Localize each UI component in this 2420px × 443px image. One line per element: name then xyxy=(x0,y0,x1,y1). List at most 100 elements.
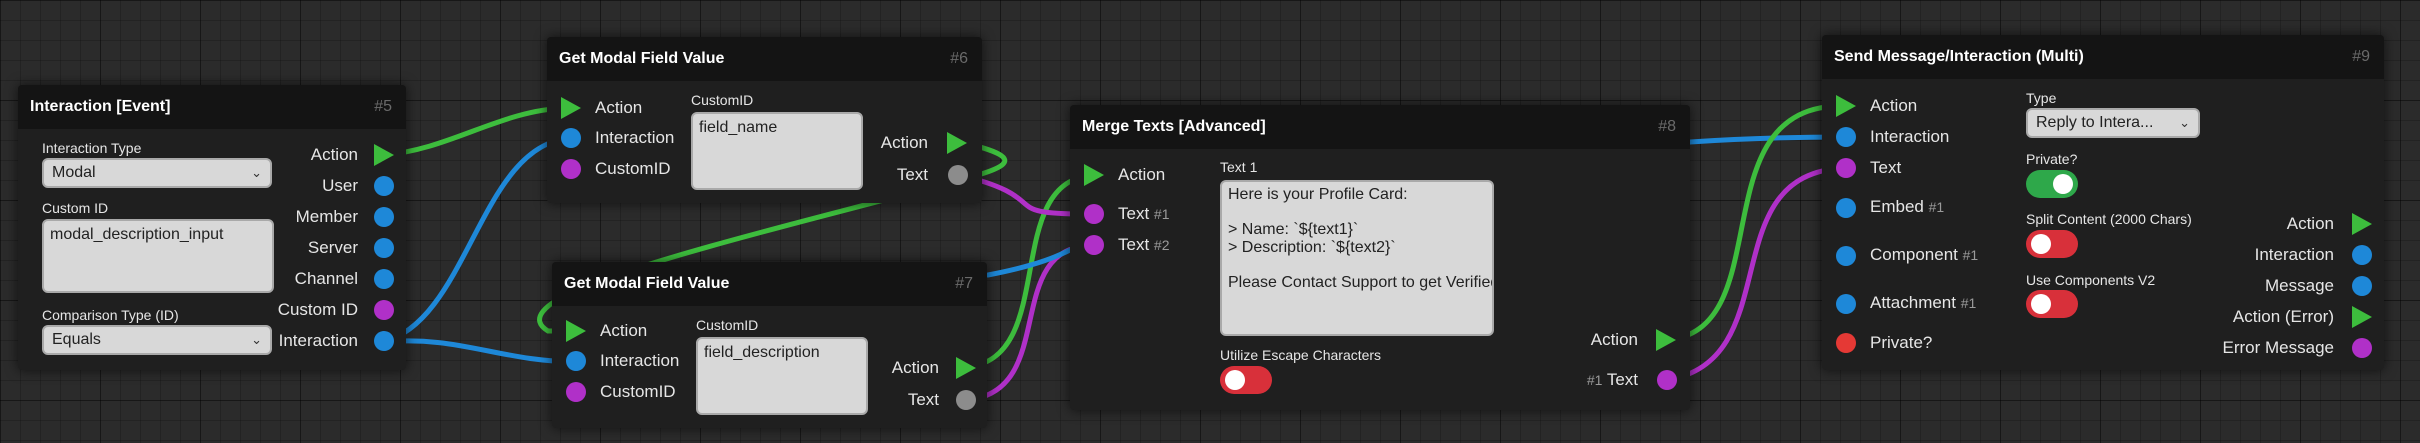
input-label-action: Action xyxy=(600,321,648,340)
custom-id-input[interactable]: modal_description_input xyxy=(42,219,274,293)
input-label-embed: Embed #1 xyxy=(1870,197,1945,216)
type-label: Type xyxy=(2026,90,2057,106)
input-socket-attachment[interactable] xyxy=(1836,294,1856,314)
output-label-text: Text xyxy=(907,390,939,409)
node-title: Send Message/Interaction (Multi) xyxy=(1834,48,2084,65)
input-label-text-1: Text #1 xyxy=(1118,204,1170,223)
output-socket-user[interactable] xyxy=(374,176,394,196)
input-socket-customid[interactable] xyxy=(566,382,586,402)
output-socket-interaction[interactable] xyxy=(374,331,394,351)
node-title: Interaction [Event] xyxy=(30,98,171,115)
output-socket-interaction[interactable] xyxy=(2352,245,2372,265)
output-label-action: Action xyxy=(880,133,928,152)
output-label-text: Text xyxy=(896,165,928,184)
output-socket-action[interactable] xyxy=(374,144,394,166)
output-socket-text[interactable] xyxy=(948,165,968,185)
output-socket-action[interactable] xyxy=(1656,329,1676,351)
output-socket-member[interactable] xyxy=(374,207,394,227)
node-id: #9 xyxy=(2352,48,2370,65)
type-select[interactable]: Reply to Intera... ⌄ xyxy=(2026,108,2200,138)
output-socket-custom-id[interactable] xyxy=(374,300,394,320)
input-label-customid: CustomID xyxy=(600,382,676,401)
output-label-member: Member xyxy=(295,207,358,226)
input-label-private: Private? xyxy=(1870,333,1933,352)
output-label-message: Message xyxy=(2265,276,2334,295)
split-content-toggle[interactable] xyxy=(2026,230,2078,258)
escape-characters-label: Utilize Escape Characters xyxy=(1220,347,1382,363)
input-socket-customid[interactable] xyxy=(561,159,581,179)
output-label-interaction: Interaction xyxy=(2254,245,2334,264)
escape-characters-toggle[interactable] xyxy=(1220,366,1272,394)
node-id: #7 xyxy=(955,275,973,292)
input-label-attachment: Attachment #1 xyxy=(1870,293,1977,312)
comparison-type-select[interactable]: Equals ⌄ xyxy=(42,325,272,355)
use-components-v2-toggle[interactable] xyxy=(2026,290,2078,318)
use-components-v2-label: Use Components V2 xyxy=(2026,272,2156,288)
node-send-message-interaction-multi[interactable]: Send Message/Interaction (Multi) #9 Acti… xyxy=(1822,35,2384,370)
node-header[interactable]: Merge Texts [Advanced] #8 xyxy=(1070,105,1690,149)
output-label-action-error: Action (Error) xyxy=(2232,307,2334,326)
input-socket-private[interactable] xyxy=(1836,333,1856,353)
output-socket-message[interactable] xyxy=(2352,276,2372,296)
input-label-action: Action xyxy=(1870,96,1918,115)
node-merge-texts-advanced[interactable]: Merge Texts [Advanced] #8 Action Text #1… xyxy=(1070,105,1690,410)
output-socket-action[interactable] xyxy=(956,357,976,379)
node-title: Merge Texts [Advanced] xyxy=(1082,118,1266,135)
interaction-type-label: Interaction Type xyxy=(42,140,142,156)
output-label-action: Action xyxy=(310,145,358,164)
output-socket-server[interactable] xyxy=(374,238,394,258)
private-toggle[interactable] xyxy=(2026,170,2078,198)
input-socket-embed[interactable] xyxy=(1836,198,1856,218)
chevron-down-icon: ⌄ xyxy=(251,165,262,180)
private-label: Private? xyxy=(2026,151,2078,167)
output-label-text: #1 Text xyxy=(1586,370,1638,389)
input-socket-action[interactable] xyxy=(1836,95,1856,117)
customid-field-label: CustomID xyxy=(696,317,759,333)
node-get-modal-field-value-6[interactable]: Get Modal Field Value #6 Action Interact… xyxy=(547,37,982,203)
split-content-label: Split Content (2000 Chars) xyxy=(2026,211,2192,227)
text1-input[interactable]: Here is your Profile Card: > Name: `${te… xyxy=(1220,180,1494,336)
node-get-modal-field-value-7[interactable]: Get Modal Field Value #7 Action Interact… xyxy=(552,262,987,428)
input-socket-component[interactable] xyxy=(1836,246,1856,266)
output-label-action: Action xyxy=(1590,330,1638,349)
output-label-custom-id: Custom ID xyxy=(277,300,358,319)
output-label-error-message: Error Message xyxy=(2222,338,2334,357)
output-socket-action[interactable] xyxy=(947,132,967,154)
input-label-action: Action xyxy=(595,98,643,117)
input-socket-action[interactable] xyxy=(566,320,586,342)
interaction-type-select[interactable]: Modal ⌄ xyxy=(42,158,272,188)
node-id: #8 xyxy=(1658,118,1676,135)
input-socket-text-1[interactable] xyxy=(1084,204,1104,224)
customid-field-label: CustomID xyxy=(691,92,754,108)
node-interaction-event[interactable]: Interaction [Event] #5 Interaction Type … xyxy=(18,85,406,370)
input-socket-interaction[interactable] xyxy=(1836,127,1856,147)
input-socket-text[interactable] xyxy=(1836,158,1856,178)
node-header[interactable]: Interaction [Event] #5 xyxy=(18,85,406,129)
customid-input[interactable]: field_description xyxy=(696,337,868,415)
output-socket-error-message[interactable] xyxy=(2352,338,2372,358)
output-socket-text[interactable] xyxy=(956,390,976,410)
customid-input[interactable]: field_name xyxy=(691,112,863,190)
output-socket-text[interactable] xyxy=(1657,370,1677,390)
output-label-interaction: Interaction xyxy=(278,331,358,350)
output-socket-action[interactable] xyxy=(2352,213,2372,235)
node-header[interactable]: Send Message/Interaction (Multi) #9 xyxy=(1822,35,2384,79)
input-label-interaction: Interaction xyxy=(1870,127,1950,146)
output-socket-channel[interactable] xyxy=(374,269,394,289)
input-socket-action[interactable] xyxy=(1084,164,1104,186)
custom-id-label: Custom ID xyxy=(42,200,109,216)
node-header[interactable]: Get Modal Field Value #6 xyxy=(547,37,982,81)
input-label-text: Text xyxy=(1870,158,1902,177)
input-label-text-2: Text #2 xyxy=(1118,235,1170,254)
input-socket-interaction[interactable] xyxy=(566,351,586,371)
input-socket-interaction[interactable] xyxy=(561,128,581,148)
input-label-component: Component #1 xyxy=(1870,245,1979,264)
output-label-action: Action xyxy=(2286,214,2334,233)
input-socket-text-2[interactable] xyxy=(1084,235,1104,255)
output-label-server: Server xyxy=(307,238,358,257)
node-header[interactable]: Get Modal Field Value #7 xyxy=(552,262,987,306)
output-socket-action-error[interactable] xyxy=(2352,306,2372,328)
node-title: Get Modal Field Value xyxy=(559,50,725,67)
output-label-action: Action xyxy=(891,358,939,377)
input-socket-action[interactable] xyxy=(561,97,581,119)
